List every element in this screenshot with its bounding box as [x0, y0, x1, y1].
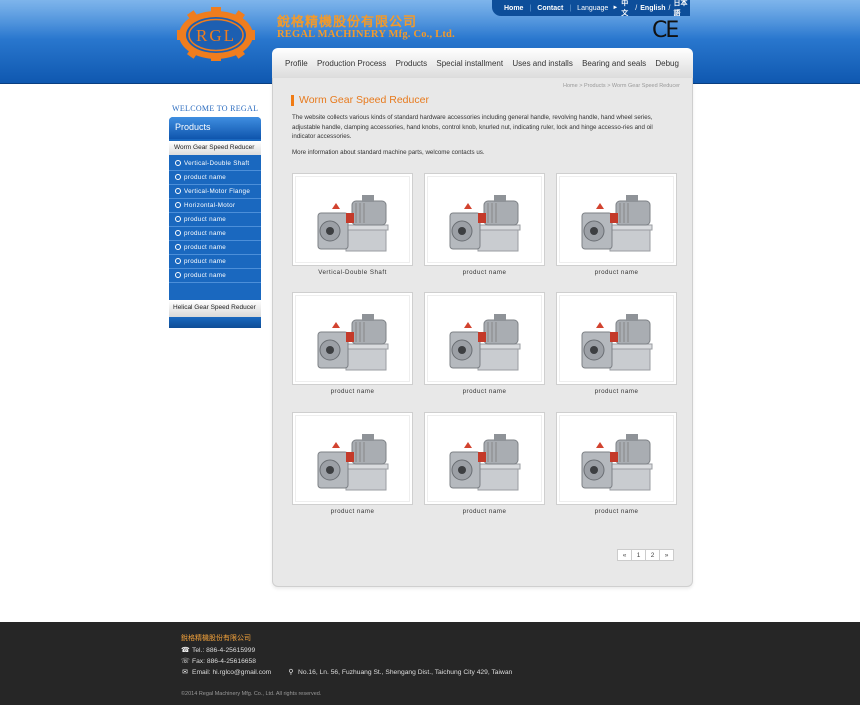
product-card[interactable] — [292, 412, 413, 505]
company-name-en: REGAL MACHINERY Mfg. Co., Ltd. — [277, 29, 455, 40]
location-pin-icon: ⚲ — [288, 669, 294, 676]
circle-bullet-icon — [175, 258, 181, 264]
pagination: « 1 2 » — [617, 549, 674, 561]
sidebar-item[interactable]: Vertical-Motor Flange — [169, 185, 261, 199]
circle-bullet-icon — [175, 272, 181, 278]
product-image[interactable] — [559, 295, 674, 382]
lang-link-english[interactable]: English — [640, 5, 665, 12]
footer-company-name: 銳格精機股份有限公司 — [181, 635, 251, 642]
circle-bullet-icon — [175, 216, 181, 222]
footer-tel: ☎ Tel.: 886-4-25615999 — [181, 647, 256, 654]
product-image[interactable] — [295, 295, 410, 382]
sidebar-item-list: Vertical-Double Shaft product name Verti… — [169, 155, 261, 283]
product-name-label[interactable]: product name — [292, 388, 413, 395]
lang-link-japanese[interactable]: 日本語 — [673, 0, 690, 18]
product-image[interactable] — [295, 176, 410, 263]
footer-address: ⚲ No.16, Ln. 56, Fuzhuang St., Shengang D… — [288, 669, 513, 676]
products-sidebar: Products Worm Gear Speed Reducer Vertica… — [169, 117, 261, 328]
fax-icon: ☏ — [181, 658, 190, 665]
nav-debug[interactable]: Debug — [655, 59, 679, 68]
page-description: The website collects various kinds of st… — [292, 114, 653, 140]
nav-production-process[interactable]: Production Process — [317, 59, 386, 68]
circle-bullet-icon — [175, 202, 181, 208]
product-card[interactable] — [292, 173, 413, 266]
sidebar-item[interactable]: product name — [169, 213, 261, 227]
heading-accent-bar — [291, 95, 294, 106]
sidebar-heading: Products — [169, 117, 261, 139]
product-name-label[interactable]: product name — [556, 388, 677, 395]
sidebar-category-helical-gear[interactable]: Helical Gear Speed Reducer — [169, 300, 261, 317]
phone-icon: ☎ — [181, 647, 190, 654]
product-image[interactable] — [559, 415, 674, 502]
product-card[interactable] — [424, 292, 545, 385]
language-label: Language — [577, 4, 609, 12]
main-nav: Profile Production Process Products Spec… — [272, 48, 693, 78]
product-image[interactable] — [427, 415, 542, 502]
welcome-label: WELCOME TO REGAL — [172, 104, 259, 113]
pagination-page-2[interactable]: 2 — [645, 549, 660, 561]
product-image[interactable] — [427, 295, 542, 382]
product-card[interactable] — [424, 412, 545, 505]
pagination-page-1[interactable]: 1 — [631, 549, 646, 561]
rgl-logo[interactable]: RGL — [176, 6, 256, 61]
top-link-contact[interactable]: Contact — [537, 5, 563, 12]
top-link-home[interactable]: Home — [504, 5, 523, 12]
product-image[interactable] — [559, 176, 674, 263]
product-image[interactable] — [295, 415, 410, 502]
mail-icon: ✉ — [182, 669, 188, 676]
nav-special-installment[interactable]: Special installment — [436, 59, 503, 68]
circle-bullet-icon — [175, 230, 181, 236]
footer-fax: ☏ Fax: 886-4-25616658 — [181, 658, 256, 665]
circle-bullet-icon — [175, 160, 181, 166]
main-content: Home > Products > Worm Gear Speed Reduce… — [272, 78, 693, 587]
circle-bullet-icon — [175, 188, 181, 194]
page-title: Worm Gear Speed Reducer — [299, 94, 429, 106]
sidebar-item[interactable]: product name — [169, 171, 261, 185]
pagination-next-button[interactable]: » — [659, 549, 674, 561]
product-name-label[interactable]: product name — [292, 508, 413, 515]
product-name-label[interactable]: product name — [556, 508, 677, 515]
sidebar-item[interactable]: Vertical-Double Shaft — [169, 157, 261, 171]
logo-text: RGL — [196, 26, 236, 45]
product-name-label[interactable]: product name — [424, 269, 545, 276]
nav-bearing-and-seals[interactable]: Bearing and seals — [582, 59, 646, 68]
product-name-label[interactable]: product name — [424, 508, 545, 515]
nav-products[interactable]: Products — [396, 59, 428, 68]
product-name-label[interactable]: Vertical-Double Shaft — [292, 269, 413, 276]
product-card[interactable] — [424, 173, 545, 266]
site-footer: 銳格精機股份有限公司 ☎ Tel.: 886-4-25615999 ☏ Fax: 8… — [0, 622, 860, 705]
lang-link-chinese[interactable]: 中文 — [621, 0, 632, 18]
pagination-prev-button[interactable]: « — [617, 549, 632, 561]
footer-email[interactable]: ✉ Email: hi.rglco@gmail.com — [181, 668, 271, 676]
circle-bullet-icon — [175, 174, 181, 180]
nav-uses-and-installs[interactable]: Uses and installs — [512, 59, 572, 68]
sidebar-item[interactable]: Horizontal-Motor — [169, 199, 261, 213]
footer-copyright: ©2014 Regal Machinery Mfg. Co., Ltd. All… — [181, 691, 322, 697]
sidebar-item[interactable]: product name — [169, 269, 261, 283]
ce-mark-icon: CE — [652, 18, 679, 43]
product-image[interactable] — [427, 176, 542, 263]
arrow-right-icon: ► — [612, 5, 619, 11]
circle-bullet-icon — [175, 244, 181, 250]
product-card[interactable] — [556, 173, 677, 266]
sidebar-item[interactable]: product name — [169, 227, 261, 241]
product-card[interactable] — [556, 412, 677, 505]
sidebar-item[interactable]: product name — [169, 255, 261, 269]
nav-profile[interactable]: Profile — [285, 59, 308, 68]
breadcrumb[interactable]: Home > Products > Worm Gear Speed Reduce… — [563, 83, 680, 89]
product-name-label[interactable]: product name — [556, 269, 677, 276]
product-card[interactable] — [556, 292, 677, 385]
company-name-cn: 銳格精機股份有限公司 — [277, 15, 418, 30]
product-card[interactable] — [292, 292, 413, 385]
sidebar-category-worm-gear[interactable]: Worm Gear Speed Reducer — [169, 141, 261, 155]
product-name-label[interactable]: product name — [424, 388, 545, 395]
sidebar-item[interactable]: product name — [169, 241, 261, 255]
contact-note: More information about standard machine … — [292, 149, 485, 156]
top-utility-bar: Home | Contact | Language ► 中文 / English… — [492, 0, 690, 18]
